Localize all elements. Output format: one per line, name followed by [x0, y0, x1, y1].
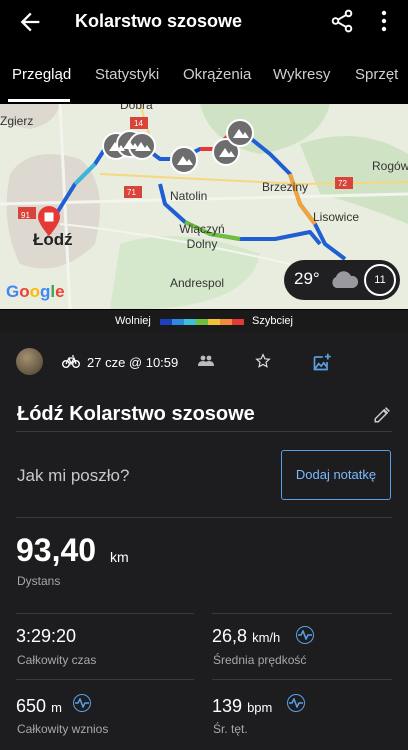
activity-date: 27 cze @ 10:59 — [87, 355, 179, 370]
legend-fast-label: Szybciej — [252, 315, 293, 327]
map-place-wiaczyn: Wiączyń Dolny — [179, 222, 225, 251]
tab-overview[interactable]: Przegląd — [12, 66, 71, 83]
start-pin-icon[interactable] — [36, 206, 62, 238]
legend-slow-label: Wolniej — [115, 315, 151, 327]
divider — [16, 431, 392, 432]
avatar[interactable] — [16, 348, 43, 375]
google-logo: Google — [6, 282, 65, 301]
tab-charts[interactable]: Wykresy — [273, 66, 330, 83]
map-place-andrespol: Andrespol — [170, 276, 225, 290]
total-time-value: 3:29:20 — [16, 626, 77, 646]
edit-pencil-icon[interactable] — [373, 406, 391, 424]
ascent-stat: 650 m — [16, 696, 62, 717]
map-place-brzeziny: Brzeziny — [262, 180, 309, 194]
divider — [212, 679, 392, 680]
divider — [16, 517, 392, 518]
weather-widget: 29° 11 — [284, 260, 400, 300]
star-icon[interactable] — [255, 353, 271, 369]
tab-laps[interactable]: Okrążenia — [183, 66, 251, 83]
map-place-dobra: Dobra — [120, 104, 153, 112]
distance-label: Dystans — [17, 574, 61, 588]
avg-speed-unit: km/h — [252, 630, 281, 645]
avg-speed-stat: 26,8 km/h — [212, 626, 280, 647]
app-bar: Kolarstwo szosowe — [0, 0, 408, 44]
ascent-unit: m — [51, 700, 62, 715]
speed-gradient-bar — [160, 319, 244, 325]
ascent-label: Całkowity wznios — [17, 722, 109, 736]
more-vertical-icon[interactable] — [374, 8, 394, 34]
avg-speed-value: 26,8 — [212, 626, 248, 646]
pulse-chart-icon[interactable] — [296, 626, 314, 644]
map-place-zgierz: Zgierz — [0, 114, 34, 128]
map-place-natolin: Natolin — [170, 189, 208, 203]
add-photo-icon[interactable] — [312, 352, 332, 372]
tab-statistics[interactable]: Statystyki — [95, 66, 159, 83]
avg-speed-label: Średnia prędkość — [213, 653, 307, 667]
distance-value: 93,40 — [16, 532, 97, 568]
tab-gear[interactable]: Sprzęt — [355, 66, 398, 83]
bicycle-icon — [62, 355, 80, 368]
distance-unit: km — [110, 549, 129, 565]
weather-temperature: 29° — [294, 269, 320, 288]
ascent-value: 650 — [16, 696, 47, 716]
total-time-label: Całkowity czas — [17, 653, 97, 667]
people-icon[interactable] — [198, 354, 214, 368]
arrow-left-icon[interactable] — [16, 8, 44, 36]
road-shield-91: 91 — [21, 211, 30, 220]
divider — [212, 613, 392, 614]
active-tab-indicator — [8, 99, 70, 102]
divider — [16, 679, 194, 680]
tab-bar: Przegląd Statystyki Okrążenia Wykresy Sp… — [0, 56, 408, 104]
heart-rate-unit: bpm — [247, 700, 273, 715]
map-place-rogow: Rogów — [372, 159, 408, 173]
road-shield-72: 72 — [338, 179, 347, 188]
add-note-button[interactable]: Dodaj notatkę — [281, 450, 391, 500]
wind-speed-indicator: 11 — [364, 264, 396, 296]
cloud-icon — [332, 271, 359, 288]
pulse-chart-icon[interactable] — [287, 694, 305, 712]
divider — [16, 613, 194, 614]
heart-rate-label: Śr. tęt. — [213, 722, 248, 736]
road-shield-71: 71 — [127, 188, 136, 197]
pulse-chart-icon[interactable] — [73, 694, 91, 712]
activity-title: Łódź Kolarstwo szosowe — [17, 403, 255, 425]
speed-legend: Wolniej Szybciej — [0, 310, 408, 332]
how-did-it-go-prompt[interactable]: Jak mi poszło? — [17, 466, 129, 486]
climb-marker-icon[interactable] — [225, 118, 255, 148]
climb-marker-icon[interactable] — [100, 130, 170, 170]
page-title: Kolarstwo szosowe — [75, 11, 243, 31]
map-place-lisowice: Lisowice — [313, 210, 360, 224]
share-icon[interactable] — [329, 8, 355, 34]
road-shield-14: 14 — [134, 119, 143, 128]
climb-marker-icon[interactable] — [169, 145, 199, 175]
heart-rate-stat: 139 bpm — [212, 696, 272, 717]
heart-rate-value: 139 — [212, 696, 243, 716]
